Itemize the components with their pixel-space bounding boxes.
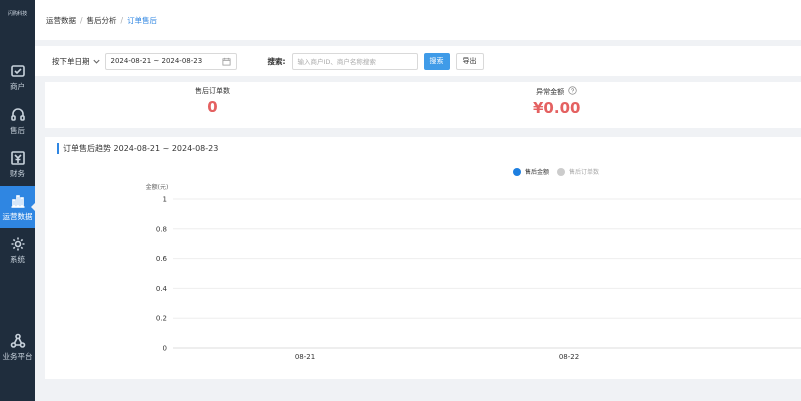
sidebar-item-label: 商户 <box>10 81 25 91</box>
sidebar-item-label: 运营数据 <box>2 211 33 221</box>
sidebar-item-platform[interactable]: 业务平台 <box>0 326 35 368</box>
sidebar-item-finance[interactable]: 财务 <box>0 143 35 185</box>
y-tick-label: 1 <box>163 196 167 204</box>
date-range-value: 2024-08-21 ~ 2024-08-23 <box>110 57 203 65</box>
store-icon <box>10 64 25 77</box>
y-tick-label: 0.2 <box>156 315 167 323</box>
calendar-icon <box>221 57 231 66</box>
y-tick-label: 0.6 <box>156 255 168 263</box>
search-label: 搜索: <box>267 56 286 66</box>
filter-toolbar: 按下单日期 2024-08-21 ~ 2024-08-23 搜索: 输入商户ID… <box>35 46 801 76</box>
gear-icon <box>11 237 24 250</box>
search-input[interactable]: 输入商户ID、商户名称搜索 <box>291 52 418 70</box>
sidebar-item-label: 系统 <box>10 254 25 264</box>
sidebar-item-aftersales[interactable]: 售后 <box>0 100 35 142</box>
date-range-picker[interactable]: 2024-08-21 ~ 2024-08-23 <box>104 52 237 70</box>
chevron-down-icon <box>92 59 100 64</box>
breadcrumb-current: 订单售后 <box>127 15 158 25</box>
breadcrumb-item[interactable]: 运营数据 <box>46 15 76 26</box>
y-tick-label: 0.8 <box>156 225 167 233</box>
headset-icon <box>10 107 25 121</box>
sidebar-item-merchant[interactable]: 商户 <box>0 56 35 98</box>
date-type-label: 按下单日期 <box>52 56 90 66</box>
sidebar: 闪购科技 商户 售后 财务 运营数据 系统 业务平台 <box>0 0 35 401</box>
abnormal-amount-stat: 异常金额 ¥0.00 <box>533 86 580 117</box>
aftersales-orders-value: 0 <box>207 98 218 116</box>
sidebar-item-label: 财务 <box>10 168 25 178</box>
abnormal-amount-label: 异常金额 <box>533 86 580 97</box>
logo: 闪购科技 <box>7 10 28 17</box>
trend-chart: 金额(元)00.20.40.60.8108-2108-2208-23 <box>146 183 801 361</box>
abnormal-amount-value: ¥0.00 <box>533 99 581 117</box>
search-button[interactable]: 搜索 <box>423 52 450 70</box>
abnormal-amount-label-text: 异常金额 <box>536 88 565 96</box>
bar-chart-icon <box>11 194 24 208</box>
finance-icon <box>10 150 25 165</box>
export-button[interactable]: 导出 <box>455 52 484 70</box>
y-tick-label: 0.4 <box>156 285 168 293</box>
trend-chart-card: 订单售后趋势 2024-08-21 ~ 2024-08-23 售后金额 售后订单… <box>45 137 801 379</box>
aftersales-orders-stat: 售后订单数 0 <box>195 86 230 116</box>
stats-panel: 售后订单数 0 异常金额 ¥0.00 <box>45 82 801 128</box>
sidebar-item-operations[interactable]: 运营数据 <box>0 186 35 228</box>
aftersales-orders-label: 售后订单数 <box>195 87 230 95</box>
sidebar-item-label: 业务平台 <box>2 351 33 361</box>
bottom-strip <box>35 379 801 401</box>
y-axis-label: 金额(元) <box>146 183 169 191</box>
date-type-select[interactable]: 按下单日期 <box>52 56 101 67</box>
help-icon[interactable] <box>568 86 577 95</box>
breadcrumb-separator: / <box>80 15 83 25</box>
y-tick-label: 0 <box>163 345 167 353</box>
breadcrumb: 运营数据 / 售后分析 / 订单售后 <box>35 0 801 40</box>
breadcrumb-item[interactable]: 售后分析 <box>87 15 117 26</box>
sidebar-item-system[interactable]: 系统 <box>0 229 35 271</box>
sidebar-item-label: 售后 <box>10 125 25 135</box>
x-tick-label: 08-21 <box>295 353 315 361</box>
breadcrumb-separator: / <box>120 15 124 25</box>
network-icon <box>10 333 25 348</box>
x-tick-label: 08-22 <box>559 353 579 361</box>
